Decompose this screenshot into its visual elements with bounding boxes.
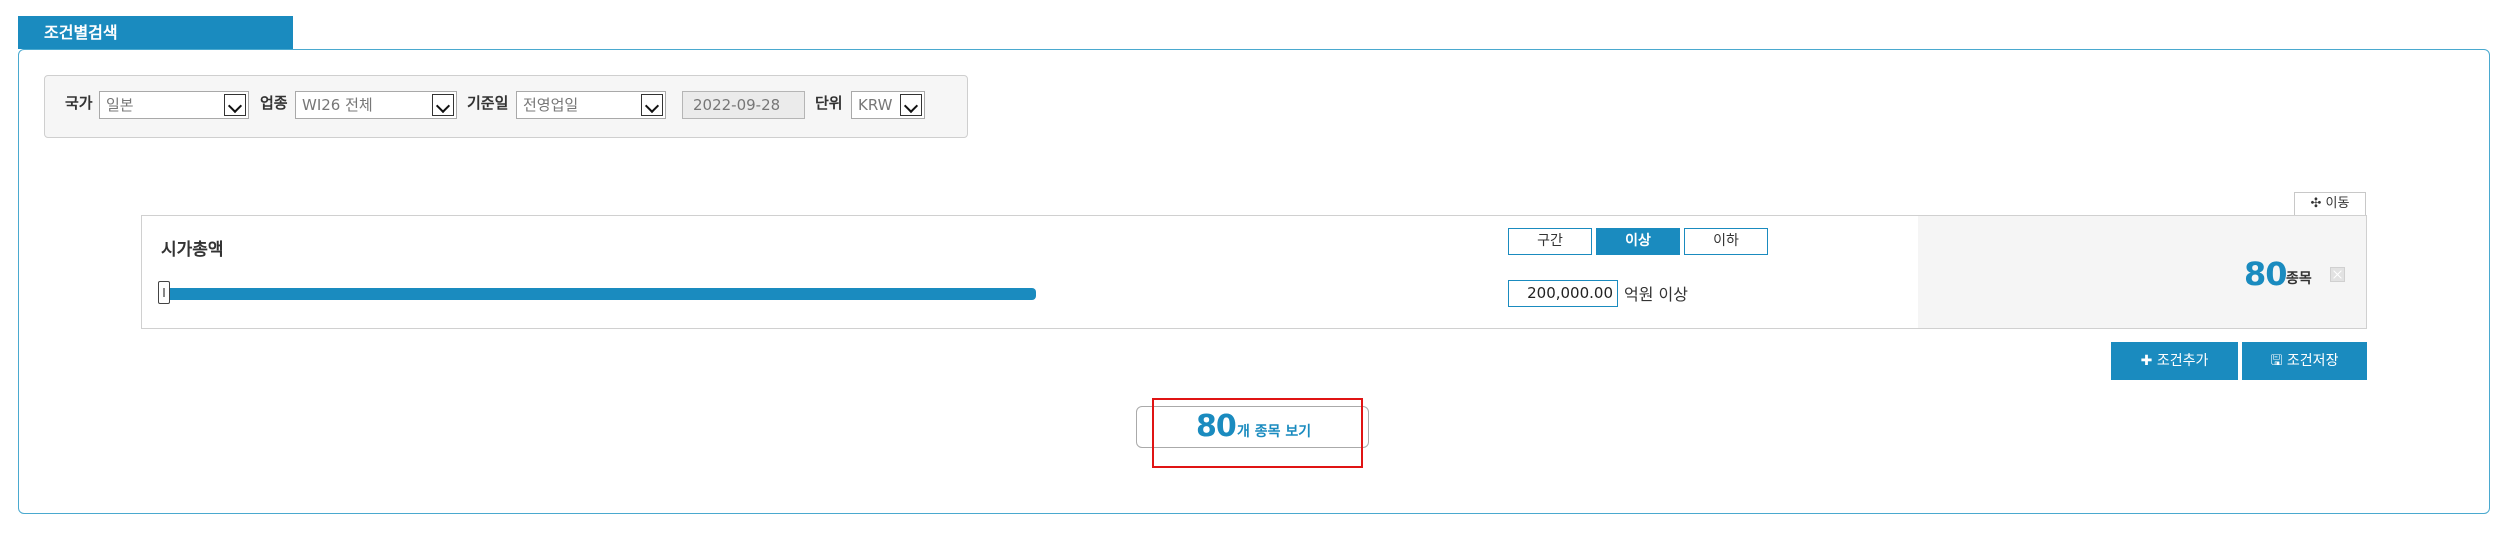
country-select[interactable]: 일본 [99, 91, 249, 119]
market-cap-slider-track[interactable] [166, 288, 1036, 300]
market-cap-slider-handle[interactable] [158, 281, 170, 304]
condition-title: 시가총액 [161, 240, 224, 260]
mode-range-button[interactable]: 구간 [1508, 228, 1592, 255]
chevron-down-icon [900, 94, 922, 116]
remove-condition-icon[interactable] [2330, 267, 2345, 282]
market-cap-value-input[interactable]: 200,000.00 [1508, 280, 1618, 307]
result-label: 개 종목 보기 [1237, 424, 1312, 440]
save-condition-button[interactable]: 🖫 조건저장 [2242, 342, 2367, 380]
add-condition-button[interactable]: ✚ 조건추가 [2111, 342, 2238, 380]
condition-match-count: 80 [2244, 255, 2288, 293]
base-date-input[interactable]: 2022-09-28 [682, 91, 805, 119]
market-cap-unit: 억원 이상 [1624, 285, 1688, 304]
chevron-down-icon [641, 94, 663, 116]
country-label: 국가 [65, 94, 93, 112]
chevron-down-icon [224, 94, 246, 116]
industry-select-value: WI26 전체 [302, 96, 373, 114]
condition-match-unit: 종목 [2286, 271, 2312, 287]
mode-above-button[interactable]: 이상 [1596, 228, 1680, 255]
mode-below-button[interactable]: 이하 [1684, 228, 1768, 255]
currency-label: 단위 [815, 94, 843, 112]
base-date-select[interactable]: 전영업일 [516, 91, 666, 119]
base-date-select-value: 전영업일 [523, 96, 579, 114]
currency-select[interactable]: KRW [851, 91, 925, 119]
industry-label: 업종 [260, 94, 288, 112]
currency-select-value: KRW [858, 96, 893, 114]
country-select-value: 일본 [106, 96, 134, 114]
base-date-label: 기준일 [467, 94, 509, 112]
industry-select[interactable]: WI26 전체 [295, 91, 457, 119]
chevron-down-icon [432, 94, 454, 116]
move-button[interactable]: ✣ 이동 [2294, 192, 2366, 216]
result-count: 80 [1196, 409, 1237, 444]
tab-condition-search[interactable]: 조건별검색 [18, 16, 293, 49]
